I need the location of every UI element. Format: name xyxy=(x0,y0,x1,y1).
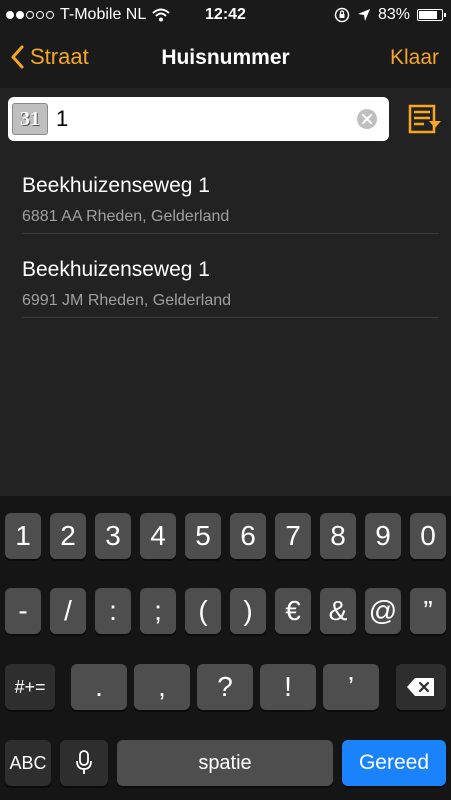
chevron-left-icon xyxy=(11,45,24,69)
clear-input-button[interactable] xyxy=(357,109,377,129)
key-1[interactable]: 1 xyxy=(5,513,41,559)
key-3[interactable]: 3 xyxy=(95,513,131,559)
calendar-icon-number: 31 xyxy=(20,107,40,130)
backspace-key[interactable] xyxy=(396,664,446,710)
key-9[interactable]: 9 xyxy=(365,513,401,559)
numeric-keyboard: 1 2 3 4 5 6 7 8 9 0 - / : ; ( ) € & @ ” … xyxy=(0,496,451,800)
symbols-key[interactable]: #+= xyxy=(5,664,55,710)
list-view-icon[interactable] xyxy=(407,103,443,135)
list-item[interactable]: Beekhuizenseweg 1 6881 AA Rheden, Gelder… xyxy=(0,150,451,234)
house-number-input[interactable] xyxy=(56,103,346,135)
status-bar: T-Mobile NL 12:42 83% xyxy=(0,0,451,30)
key-7[interactable]: 7 xyxy=(275,513,311,559)
result-locality: 6991 JM Rheden, Gelderland xyxy=(22,292,232,309)
rotation-lock-icon xyxy=(334,7,350,23)
key-apostrophe[interactable]: ’ xyxy=(323,664,379,710)
key-question[interactable]: ? xyxy=(197,664,253,710)
key-quote[interactable]: ” xyxy=(410,588,446,634)
key-open-paren[interactable]: ( xyxy=(185,588,221,634)
key-6[interactable]: 6 xyxy=(230,513,266,559)
result-locality: 6881 AA Rheden, Gelderland xyxy=(22,208,230,225)
back-button-label: Straat xyxy=(30,44,89,69)
microphone-icon xyxy=(76,750,92,774)
result-street: Beekhuizenseweg 1 xyxy=(22,258,210,281)
key-slash[interactable]: / xyxy=(50,588,86,634)
result-street: Beekhuizenseweg 1 xyxy=(22,174,210,197)
key-semicolon[interactable]: ; xyxy=(140,588,176,634)
key-comma[interactable]: , xyxy=(134,664,190,710)
divider xyxy=(22,317,439,318)
house-number-search-bar: 31 xyxy=(8,97,389,141)
key-0[interactable]: 0 xyxy=(410,513,446,559)
close-icon xyxy=(362,114,372,124)
key-at[interactable]: @ xyxy=(365,588,401,634)
abc-key[interactable]: ABC xyxy=(5,740,51,786)
key-2[interactable]: 2 xyxy=(50,513,86,559)
battery-icon xyxy=(417,9,446,21)
done-button[interactable]: Klaar xyxy=(390,46,439,70)
location-arrow-icon xyxy=(357,9,370,21)
dictation-key[interactable] xyxy=(60,740,108,786)
key-period[interactable]: . xyxy=(71,664,127,710)
list-item[interactable]: Beekhuizenseweg 1 6991 JM Rheden, Gelder… xyxy=(0,234,451,318)
key-8[interactable]: 8 xyxy=(320,513,356,559)
results-list: Beekhuizenseweg 1 6881 AA Rheden, Gelder… xyxy=(0,150,451,318)
key-colon[interactable]: : xyxy=(95,588,131,634)
key-exclamation[interactable]: ! xyxy=(260,664,316,710)
status-right: 83% xyxy=(334,6,446,24)
key-5[interactable]: 5 xyxy=(185,513,221,559)
back-button[interactable]: Straat xyxy=(10,44,89,70)
key-4[interactable]: 4 xyxy=(140,513,176,559)
calendar-icon: 31 xyxy=(12,103,48,135)
key-hyphen[interactable]: - xyxy=(5,588,41,634)
return-key[interactable]: Gereed xyxy=(342,740,446,786)
navigation-bar: Straat Huisnummer Klaar xyxy=(0,30,451,88)
battery-percentage: 83% xyxy=(377,6,410,23)
key-ampersand[interactable]: & xyxy=(320,588,356,634)
backspace-icon xyxy=(407,678,434,696)
key-close-paren[interactable]: ) xyxy=(230,588,266,634)
space-key[interactable]: spatie xyxy=(117,740,333,786)
key-euro[interactable]: € xyxy=(275,588,311,634)
